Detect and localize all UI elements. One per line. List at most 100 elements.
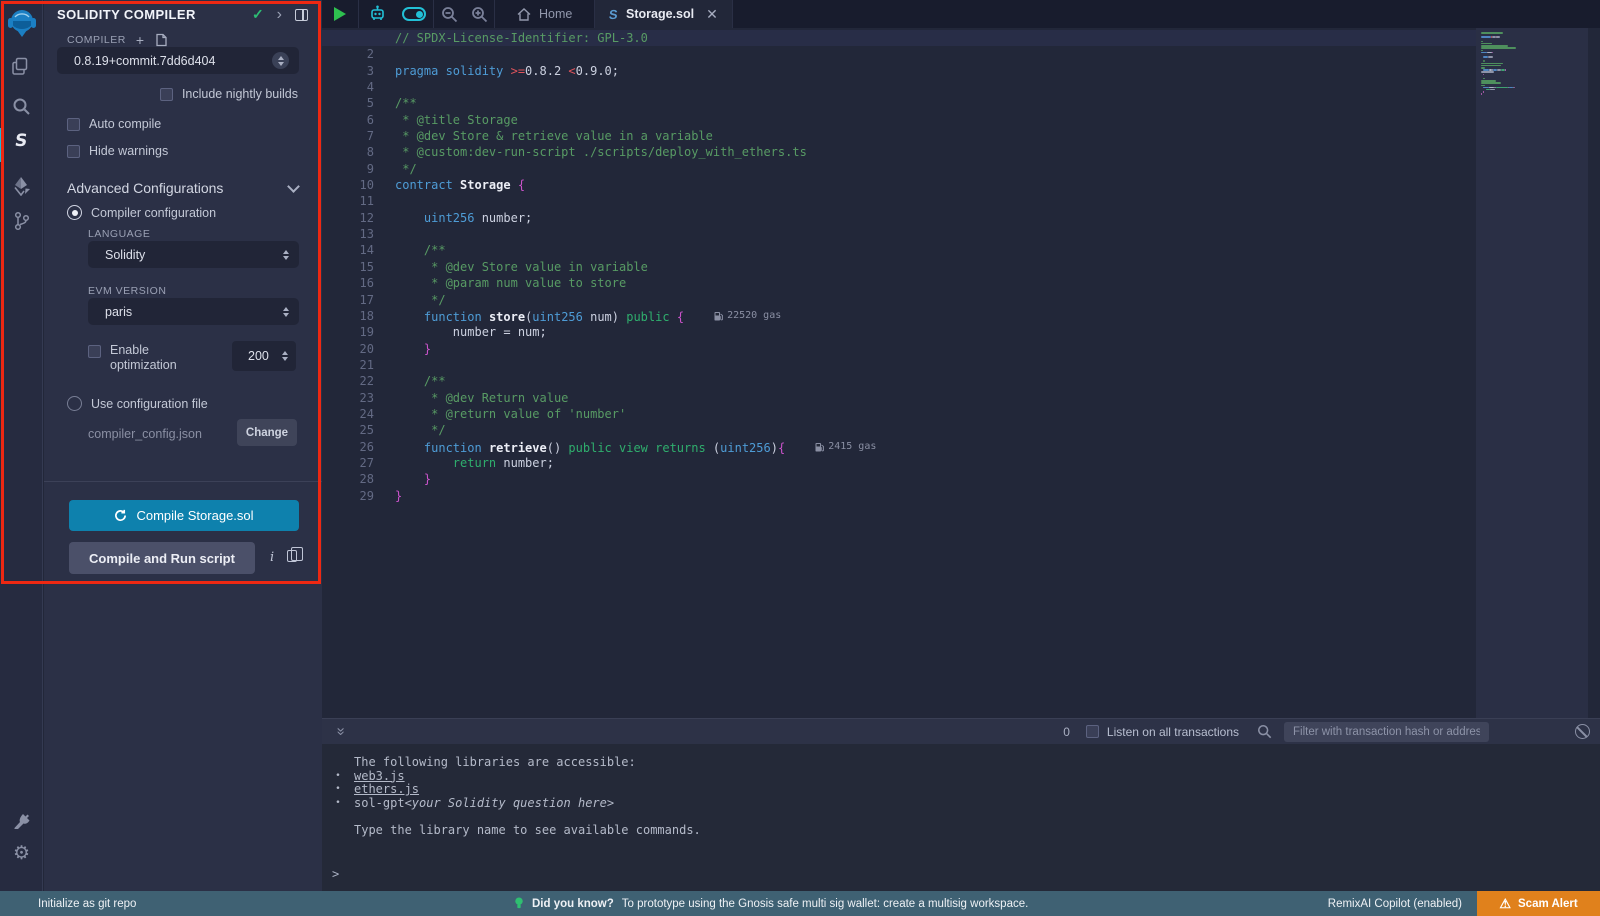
- add-compiler-icon[interactable]: +: [136, 33, 145, 47]
- terminal-output: The following libraries are accessible:•…: [322, 756, 1600, 837]
- evm-version-value: paris: [105, 305, 283, 319]
- tab-storage-sol[interactable]: S Storage.sol ✕: [595, 0, 731, 28]
- enable-optimization-checkbox[interactable]: [88, 345, 101, 358]
- code-line: }: [395, 341, 1476, 357]
- close-tab-icon[interactable]: ✕: [706, 6, 718, 23]
- remix-ide-window: S ⚙ SOLIDITY COMPILER: [0, 0, 1600, 916]
- code-line: }: [395, 488, 1476, 504]
- code-line: * @dev Store value in variable: [395, 259, 1476, 275]
- auto-compile-checkbox[interactable]: [67, 118, 80, 131]
- code-line: uint256 number;: [395, 210, 1476, 226]
- copy-icon[interactable]: [287, 550, 297, 562]
- hide-warnings-checkbox[interactable]: [67, 145, 80, 158]
- tip-bold-text: Did you know?: [532, 898, 614, 910]
- compile-button[interactable]: Compile Storage.sol: [69, 500, 299, 531]
- copilot-status[interactable]: RemixAI Copilot (enabled): [1328, 898, 1462, 910]
- code-line: function store(uint256 num) public {2252…: [395, 308, 1476, 324]
- panel-title: SOLIDITY COMPILER: [57, 7, 252, 22]
- run-script-button[interactable]: [322, 7, 358, 21]
- pin-panel-icon[interactable]: [295, 9, 308, 21]
- terminal-search-icon[interactable]: [1257, 724, 1272, 739]
- solidity-compiler-panel: SOLIDITY COMPILER ✓ › COMPILER + 0.8.19+…: [44, 0, 322, 891]
- include-nightly-checkbox[interactable]: [160, 88, 173, 101]
- remixai-button[interactable]: [359, 5, 395, 23]
- version-stepper-icon[interactable]: [272, 52, 289, 69]
- tab-home[interactable]: Home: [495, 0, 594, 28]
- zoom-in-icon: [471, 6, 488, 23]
- git-icon[interactable]: [0, 211, 43, 231]
- auto-compile-row: Auto compile: [67, 117, 161, 131]
- change-config-button[interactable]: Change: [237, 419, 297, 446]
- deploy-and-run-icon[interactable]: [0, 176, 43, 196]
- info-icon[interactable]: i: [270, 550, 274, 565]
- terminal-header: « 0 Listen on all transactions: [322, 718, 1600, 744]
- remix-logo-icon[interactable]: [0, 8, 43, 40]
- zoom-in-button[interactable]: [464, 6, 494, 23]
- terminal-line: Type the library name to see available c…: [322, 824, 1600, 838]
- clear-console-icon[interactable]: [1575, 724, 1590, 739]
- did-you-know-tip: Did you know? To prototype using the Gno…: [514, 897, 1028, 910]
- open-file-icon[interactable]: [155, 33, 168, 47]
- code-line: /**: [395, 373, 1476, 389]
- gas-estimate-annotation: 2415 gas: [815, 439, 876, 455]
- select-arrows-icon: [283, 307, 289, 317]
- terminal-line: •ethers.js: [322, 783, 1600, 797]
- minimap-content: [1476, 28, 1588, 95]
- compile-button-label: Compile Storage.sol: [136, 508, 253, 523]
- compiler-section-label-row: COMPILER +: [67, 33, 168, 47]
- optimization-runs-input[interactable]: 200: [232, 341, 296, 371]
- status-bar: Initialize as git repo Did you know? To …: [0, 891, 1600, 916]
- plugin-manager-icon[interactable]: [0, 812, 43, 831]
- compile-and-run-button[interactable]: Compile and Run script: [69, 542, 255, 574]
- select-arrows-icon: [283, 250, 289, 260]
- hide-warnings-row: Hide warnings: [67, 144, 168, 158]
- library-link[interactable]: web3.js: [354, 770, 405, 784]
- home-tab-label: Home: [539, 7, 572, 21]
- optimization-runs-value: 200: [248, 349, 282, 363]
- use-configuration-file-radio[interactable]: [67, 396, 82, 411]
- editor-minimap[interactable]: [1476, 28, 1588, 718]
- compiler-version-select[interactable]: 0.8.19+commit.7dd6d404: [57, 47, 299, 74]
- play-icon: [334, 7, 346, 21]
- library-link[interactable]: ethers.js: [354, 783, 419, 797]
- zoom-out-button[interactable]: [434, 6, 464, 23]
- search-icon[interactable]: [0, 97, 43, 116]
- chevron-down-icon: [287, 180, 300, 193]
- stepper-arrows-icon[interactable]: [282, 351, 288, 361]
- include-nightly-label: Include nightly builds: [182, 87, 298, 101]
- hide-warnings-label: Hide warnings: [89, 144, 168, 158]
- editor-gutter: 1234567891011121314151617181920212223242…: [322, 30, 388, 504]
- scam-alert-badge[interactable]: ⚠ Scam Alert: [1477, 891, 1600, 916]
- enable-optimization-row: Enable optimization: [88, 343, 218, 373]
- gas-estimate-annotation: 22520 gas: [714, 308, 781, 324]
- code-line: */: [395, 292, 1476, 308]
- expand-terminal-icon[interactable]: «: [332, 724, 349, 740]
- code-line: * @param num value to store: [395, 275, 1476, 291]
- advanced-configurations-header[interactable]: Advanced Configurations: [67, 180, 298, 196]
- transaction-filter-input[interactable]: [1284, 722, 1489, 742]
- code-line: /**: [395, 242, 1476, 258]
- code-line: }: [395, 471, 1476, 487]
- code-line: */: [395, 422, 1476, 438]
- evm-version-select[interactable]: paris: [88, 298, 299, 325]
- solidity-compiler-icon[interactable]: S: [0, 131, 43, 151]
- settings-gear-icon[interactable]: ⚙: [0, 844, 43, 863]
- terminal-prompt[interactable]: >: [332, 867, 339, 881]
- code-line: pragma solidity >=0.8.2 <0.9.0;: [395, 63, 1476, 79]
- transaction-count-badge: 0: [1063, 725, 1070, 739]
- compiler-configuration-radio[interactable]: [67, 205, 82, 220]
- code-line: * @dev Store & retrieve value in a varia…: [395, 128, 1476, 144]
- tip-text: To prototype using the Gnosis safe multi…: [622, 898, 1029, 910]
- terminal-body[interactable]: The following libraries are accessible:•…: [322, 744, 1600, 891]
- chevron-right-icon[interactable]: ›: [277, 7, 282, 23]
- language-value: Solidity: [105, 248, 283, 262]
- code-line: return number;: [395, 455, 1476, 471]
- file-explorer-icon[interactable]: [0, 57, 43, 76]
- code-editor[interactable]: 1234567891011121314151617181920212223242…: [322, 28, 1600, 718]
- listen-all-transactions-checkbox[interactable]: [1086, 725, 1099, 738]
- init-git-repo-status[interactable]: Initialize as git repo: [38, 898, 136, 910]
- code-line: * @dev Return value: [395, 390, 1476, 406]
- remixai-copilot-toggle[interactable]: [395, 7, 433, 21]
- language-select[interactable]: Solidity: [88, 241, 299, 268]
- code-line: [395, 79, 1476, 95]
